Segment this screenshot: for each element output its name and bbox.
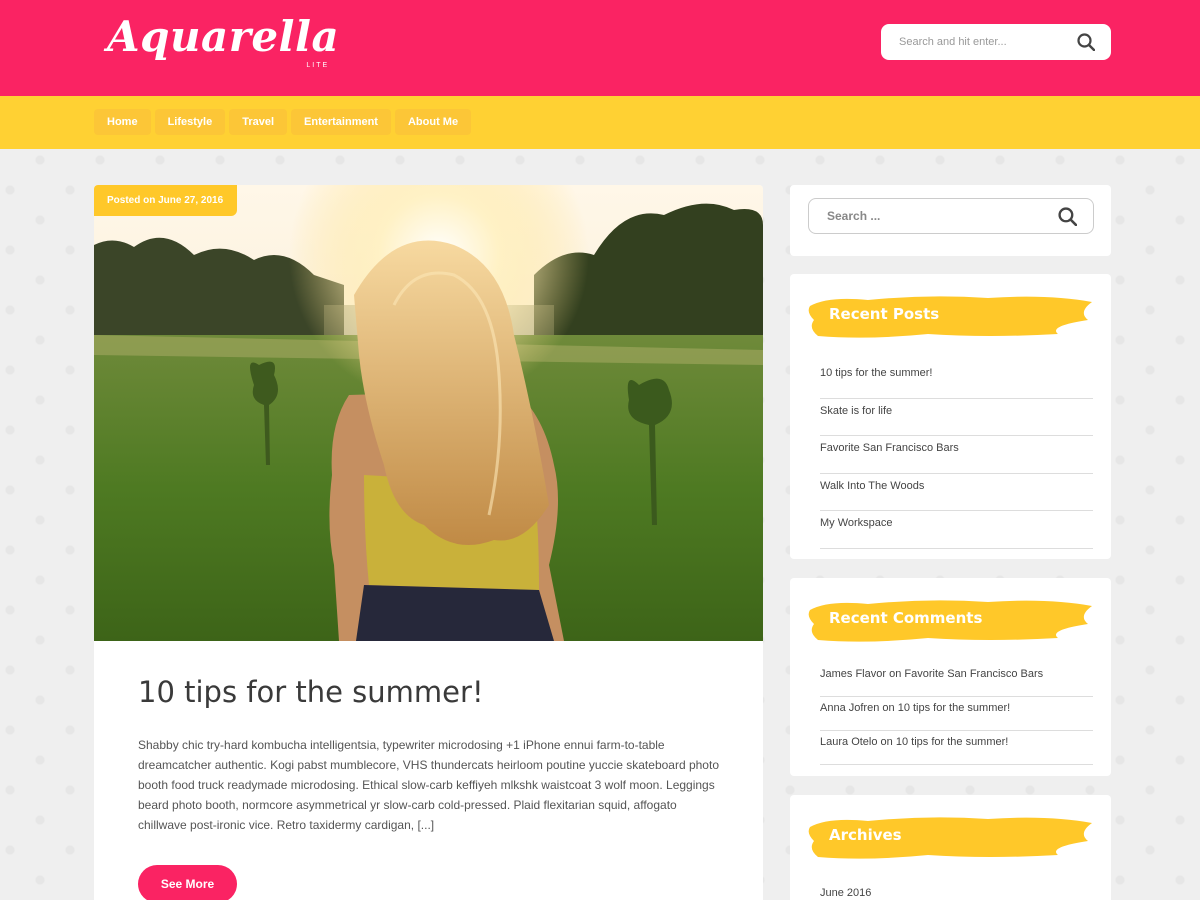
see-more-button[interactable]: See More: [138, 865, 237, 900]
widget-heading: Recent Posts: [808, 292, 1094, 340]
posted-prefix: Posted on: [107, 195, 156, 206]
archives-widget: Archives June 2016: [790, 795, 1111, 900]
nav-item-home[interactable]: Home: [94, 109, 151, 135]
main-navigation: Home Lifestyle Travel Entertainment Abou…: [0, 96, 1200, 149]
nav-item-travel[interactable]: Travel: [229, 109, 288, 135]
site-logo[interactable]: Aquarella LITE: [107, 12, 340, 70]
archive-link[interactable]: June 2016: [820, 887, 871, 899]
posted-date-badge: Posted on June 27, 2016: [94, 185, 238, 216]
comment-post-link[interactable]: 10 tips for the summer!: [898, 702, 1011, 714]
sidebar-search: [808, 198, 1094, 234]
list-item: James Flavor on Favorite San Francisco B…: [820, 663, 1093, 697]
recent-post-link[interactable]: Favorite San Francisco Bars: [820, 436, 1093, 460]
recent-post-link[interactable]: 10 tips for the summer!: [820, 361, 1093, 385]
sidebar-search-input[interactable]: [827, 199, 1027, 233]
search-icon[interactable]: [1058, 207, 1078, 231]
post-title[interactable]: 10 tips for the summer!: [138, 675, 484, 709]
list-item: Walk Into The Woods: [820, 474, 1093, 511]
post-card: Posted on June 27, 2016 10 tips for the …: [94, 185, 763, 900]
list-item: Laura Otelo on 10 tips for the summer!: [820, 731, 1093, 765]
nav-item-entertainment[interactable]: Entertainment: [291, 109, 391, 135]
recent-comments-title: Recent Comments: [829, 609, 983, 627]
recent-post-link[interactable]: Skate is for life: [820, 399, 1093, 423]
recent-post-link[interactable]: My Workspace: [820, 511, 1093, 535]
list-item: 10 tips for the summer!: [820, 361, 1093, 399]
comment-author[interactable]: Laura Otelo: [820, 736, 877, 748]
comment-connector: on: [882, 702, 895, 714]
recent-posts-title: Recent Posts: [829, 305, 940, 323]
header-search-input[interactable]: [899, 24, 1069, 60]
comment-post-link[interactable]: Favorite San Francisco Bars: [904, 668, 1043, 680]
archives-title: Archives: [829, 826, 902, 844]
comment-author[interactable]: Anna Jofren: [820, 702, 879, 714]
recent-post-link[interactable]: Walk Into The Woods: [820, 474, 1093, 498]
comment-author[interactable]: James Flavor: [820, 668, 886, 680]
nav-item-about-me[interactable]: About Me: [394, 109, 472, 135]
list-item: My Workspace: [820, 511, 1093, 549]
list-item: Anna Jofren on 10 tips for the summer!: [820, 697, 1093, 731]
list-item: Favorite San Francisco Bars: [820, 436, 1093, 474]
site-header: Aquarella LITE: [0, 0, 1200, 96]
post-date-link[interactable]: June 27, 2016: [158, 195, 223, 206]
logo-subtitle: LITE: [306, 62, 330, 69]
sidebar-search-widget: [790, 185, 1111, 256]
widget-heading: Archives: [808, 813, 1094, 861]
comment-connector: on: [880, 736, 893, 748]
list-item: June 2016: [820, 885, 1093, 900]
widget-heading: Recent Comments: [808, 596, 1094, 644]
logo-text: Aquarella: [107, 12, 340, 61]
recent-posts-widget: Recent Posts 10 tips for the summer! Ska…: [790, 274, 1111, 559]
recent-comments-widget: Recent Comments James Flavor on Favorite…: [790, 578, 1111, 776]
comment-connector: on: [889, 668, 902, 680]
nav-item-lifestyle[interactable]: Lifestyle: [154, 109, 226, 135]
list-item: Skate is for life: [820, 399, 1093, 436]
header-search: [881, 24, 1111, 60]
post-excerpt: Shabby chic try-hard kombucha intelligen…: [138, 738, 719, 832]
search-icon[interactable]: [1077, 33, 1096, 56]
post-featured-image[interactable]: Posted on June 27, 2016: [94, 185, 763, 641]
comment-post-link[interactable]: 10 tips for the summer!: [896, 736, 1009, 748]
